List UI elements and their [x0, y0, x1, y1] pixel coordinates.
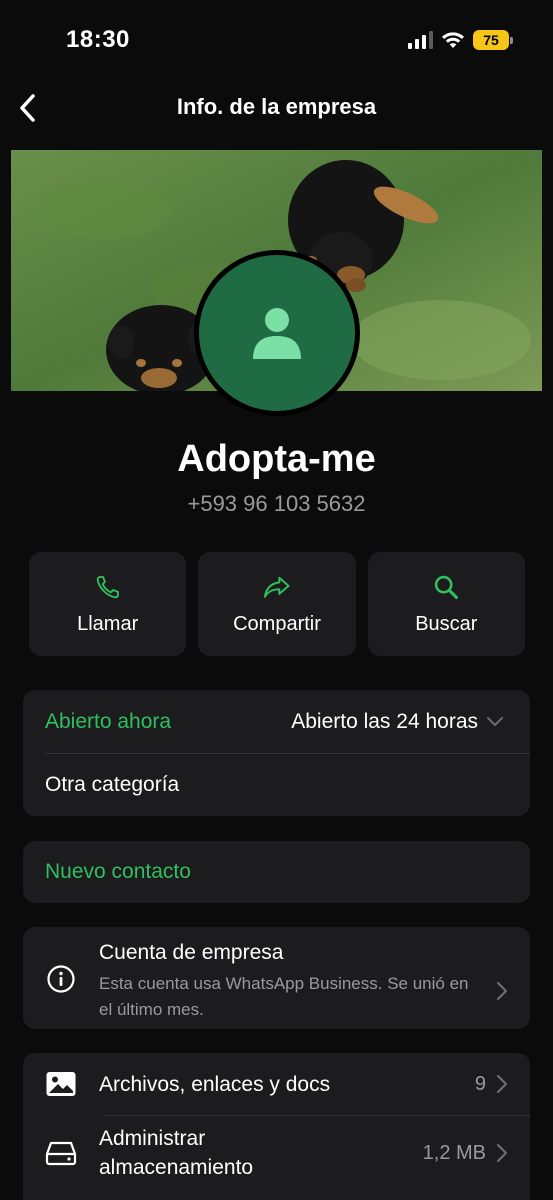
battery-icon: 75 [473, 30, 513, 50]
action-buttons: Llamar Compartir Buscar [29, 552, 525, 656]
battery-level: 75 [483, 32, 499, 48]
search-label: Buscar [415, 612, 478, 635]
cellular-signal-icon [408, 31, 433, 49]
business-account-description: Esta cuenta usa WhatsApp Business. Se un… [99, 974, 469, 1019]
chevron-down-icon [487, 716, 503, 726]
files-count: 9 [474, 1072, 486, 1095]
call-label: Llamar [77, 612, 139, 635]
business-name: Adopta-me [177, 438, 376, 480]
new-contact-label: Nuevo contacto [45, 860, 191, 883]
manage-storage-label: Administrar almacenamiento [99, 1127, 254, 1179]
share-button[interactable]: Compartir [198, 552, 356, 656]
share-icon [263, 576, 290, 598]
call-button[interactable]: Llamar [29, 552, 187, 656]
status-time: 18:30 [66, 26, 130, 53]
image-icon [46, 1072, 76, 1096]
share-label: Compartir [233, 612, 321, 635]
storage-size: 1,2 MB [422, 1141, 486, 1164]
business-hours-card: Abierto ahora Abierto las 24 horas Otra … [23, 690, 530, 816]
business-category: Otra categoría [45, 773, 180, 796]
chevron-right-icon [496, 1074, 508, 1094]
business-phone: +593 96 103 5632 [187, 491, 366, 516]
storage-icon [45, 1141, 77, 1166]
search-button[interactable]: Buscar [367, 552, 525, 656]
phone-icon [96, 575, 119, 598]
status-bar: 18:30 75 [0, 0, 553, 80]
new-contact-card[interactable]: Nuevo contacto [23, 841, 530, 903]
business-account-card[interactable]: Cuenta de empresa Esta cuenta usa WhatsA… [23, 927, 530, 1029]
files-links-docs-row[interactable]: Archivos, enlaces y docs 9 [23, 1053, 530, 1115]
business-account-title: Cuenta de empresa [99, 941, 284, 964]
page-title: Info. de la empresa [176, 94, 377, 119]
files-links-docs-label: Archivos, enlaces y docs [99, 1072, 331, 1096]
opening-hours: Abierto las 24 horas [291, 709, 478, 733]
info-icon [47, 965, 75, 993]
media-storage-card: Archivos, enlaces y docs 9 Administrar a… [23, 1053, 530, 1200]
manage-storage-row[interactable]: Administrar almacenamiento 1,2 MB [23, 1116, 530, 1190]
status-icons: 75 [408, 30, 513, 50]
category-row: Otra categoría [23, 754, 530, 816]
business-hours-row[interactable]: Abierto ahora Abierto las 24 horas [23, 690, 530, 753]
profile-avatar[interactable] [194, 250, 360, 416]
chevron-right-icon [496, 1143, 508, 1163]
chevron-right-icon [496, 981, 508, 1001]
person-icon [253, 308, 301, 359]
open-status: Abierto ahora [45, 709, 172, 733]
wifi-icon [442, 32, 464, 48]
navigation-bar: Info. de la empresa [0, 80, 553, 136]
search-icon [435, 575, 459, 599]
